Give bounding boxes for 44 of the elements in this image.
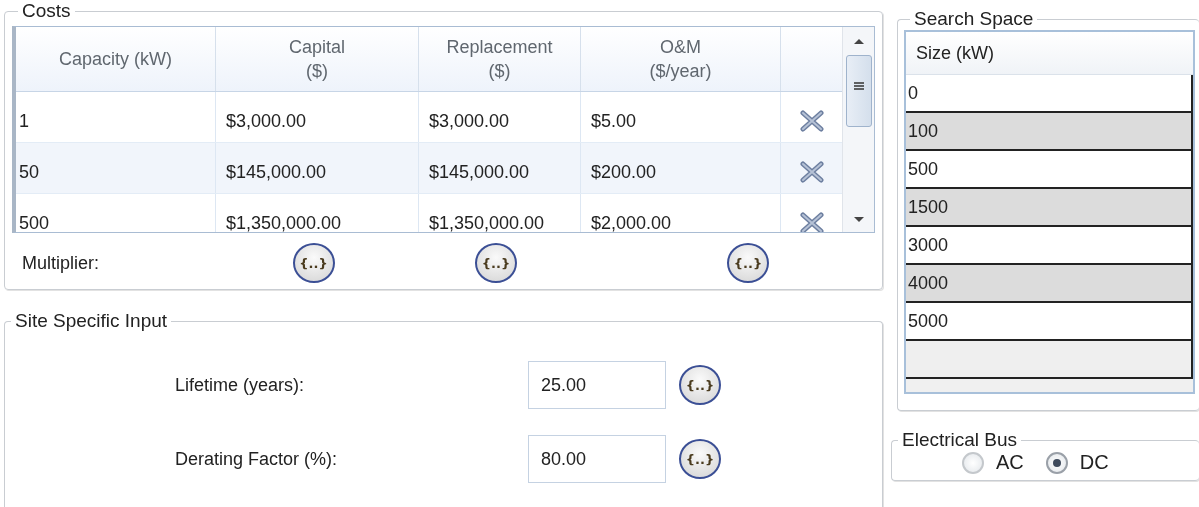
multiplier-button[interactable]: {..} [679,439,721,479]
radio-option[interactable]: AC [962,451,1024,474]
table-cell: 50 [16,143,216,193]
field-label: Derating Factor (%): [175,448,339,470]
group-title: Electrical Bus [901,429,1019,451]
table-cell: $145,000.00 [216,143,419,193]
multiplier-label: Multiplier: [21,252,101,274]
scrollbar[interactable] [842,27,874,232]
group-title: Search Space [913,8,1035,30]
field-label: Lifetime (years): [175,374,306,396]
group-title: Costs [21,0,72,22]
delete-icon[interactable] [799,110,824,132]
table-cell: $200.00 [581,143,781,193]
column-header[interactable]: Replacement ($) [419,27,581,91]
column-header[interactable]: Capacity (kW) [16,27,216,91]
group-title: Site Specific Input [14,310,169,332]
table-cell: $3,000.00 [216,92,419,142]
new-row[interactable] [906,341,1193,379]
scroll-thumb[interactable] [845,55,872,127]
table-cell[interactable]: 4000 [906,265,1193,303]
delete-icon[interactable] [799,212,824,232]
multiplier-button[interactable]: {..} [679,365,721,405]
column-header[interactable]: O&M ($/year) [581,27,781,91]
table-cell[interactable]: 100 [906,113,1193,151]
multiplier-button[interactable]: {..} [727,243,769,283]
delete-icon[interactable] [799,161,824,183]
table-cell: 1 [16,92,216,142]
column-header[interactable]: Size (kW) [906,32,1193,75]
grip-icon [852,82,865,90]
table-cell: $145,000.00 [419,143,581,193]
table-cell: $3,000.00 [419,92,581,142]
multiplier-button[interactable]: {..} [292,243,335,283]
input-field[interactable]: 80.00 [528,435,666,483]
radio-option[interactable]: DC [1045,451,1109,474]
table-cell[interactable]: 5000 [906,303,1193,341]
column-header[interactable]: Capital ($) [216,27,419,91]
table-cell: $5.00 [581,92,781,142]
table-cell[interactable]: 0 [906,75,1193,113]
table-cell[interactable]: 500 [906,151,1193,189]
table-cell[interactable]: 3000 [906,227,1193,265]
table-cell: 500 [16,194,216,232]
input-field[interactable]: 25.00 [528,361,666,409]
multiplier-button[interactable]: {..} [475,243,517,283]
table-cell[interactable]: 1500 [906,189,1193,227]
